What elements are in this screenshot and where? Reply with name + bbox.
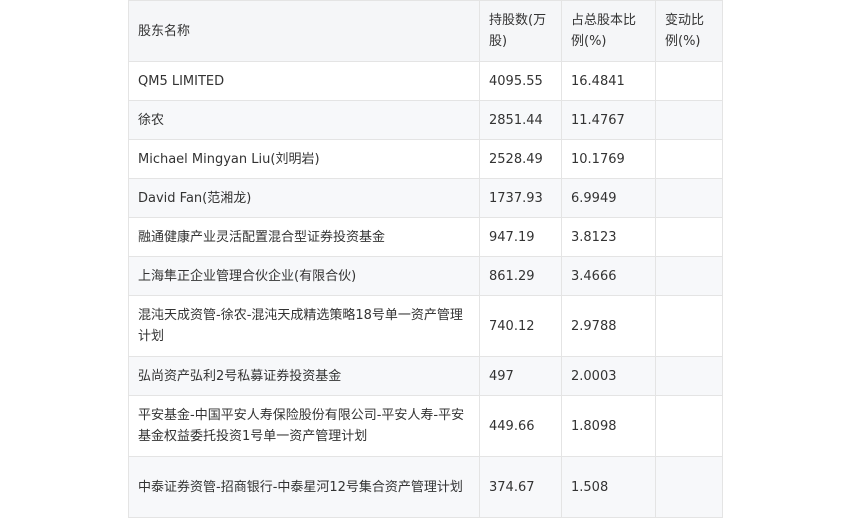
cell-change-ratio bbox=[655, 456, 723, 518]
cell-shareholder-name: QM5 LIMITED bbox=[128, 61, 480, 101]
table-row: 融通健康产业灵活配置混合型证券投资基金 947.19 3.8123 bbox=[128, 217, 723, 257]
cell-share-ratio: 16.4841 bbox=[561, 61, 656, 101]
cell-share-ratio: 1.8098 bbox=[561, 395, 656, 457]
cell-change-ratio bbox=[655, 61, 723, 101]
cell-shares: 2528.49 bbox=[479, 139, 562, 179]
table-row: 弘尚资产弘利2号私募证券投资基金 497 2.0003 bbox=[128, 356, 723, 396]
header-shareholder-name: 股东名称 bbox=[128, 0, 480, 62]
cell-change-ratio bbox=[655, 139, 723, 179]
table-row: Michael Mingyan Liu(刘明岩) 2528.49 10.1769 bbox=[128, 139, 723, 179]
cell-shares: 4095.55 bbox=[479, 61, 562, 101]
table-row: David Fan(范湘龙) 1737.93 6.9949 bbox=[128, 178, 723, 218]
cell-shares: 2851.44 bbox=[479, 100, 562, 140]
cell-shares: 374.67 bbox=[479, 456, 562, 518]
cell-change-ratio bbox=[655, 356, 723, 396]
header-shares: 持股数(万股) bbox=[479, 0, 562, 62]
cell-shareholder-name: 平安基金-中国平安人寿保险股份有限公司-平安人寿-平安基金权益委托投资1号单一资… bbox=[128, 395, 480, 457]
cell-share-ratio: 1.508 bbox=[561, 456, 656, 518]
cell-share-ratio: 11.4767 bbox=[561, 100, 656, 140]
cell-change-ratio bbox=[655, 217, 723, 257]
cell-change-ratio bbox=[655, 295, 723, 357]
cell-shareholder-name: 徐农 bbox=[128, 100, 480, 140]
cell-shareholder-name: 混沌天成资管-徐农-混沌天成精选策略18号单一资产管理计划 bbox=[128, 295, 480, 357]
cell-shares: 497 bbox=[479, 356, 562, 396]
header-row: 股东名称 持股数(万股) 占总股本比例(%) 变动比例(%) bbox=[128, 0, 723, 62]
cell-shares: 1737.93 bbox=[479, 178, 562, 218]
cell-shares: 861.29 bbox=[479, 256, 562, 296]
cell-change-ratio bbox=[655, 395, 723, 457]
header-change-ratio: 变动比例(%) bbox=[655, 0, 723, 62]
cell-shareholder-name: 上海隼正企业管理合伙企业(有限合伙) bbox=[128, 256, 480, 296]
cell-shareholder-name: Michael Mingyan Liu(刘明岩) bbox=[128, 139, 480, 179]
cell-shares: 740.12 bbox=[479, 295, 562, 357]
table-body: QM5 LIMITED 4095.55 16.4841 徐农 2851.44 1… bbox=[128, 61, 723, 518]
cell-share-ratio: 3.8123 bbox=[561, 217, 656, 257]
cell-shareholder-name: 中泰证券资管-招商银行-中泰星河12号集合资产管理计划 bbox=[128, 456, 480, 518]
shareholder-table-container: 股东名称 持股数(万股) 占总股本比例(%) 变动比例(%) QM5 LIMIT… bbox=[128, 0, 723, 518]
cell-shares: 947.19 bbox=[479, 217, 562, 257]
cell-change-ratio bbox=[655, 256, 723, 296]
shareholder-table: 股东名称 持股数(万股) 占总股本比例(%) 变动比例(%) QM5 LIMIT… bbox=[128, 0, 723, 518]
cell-share-ratio: 2.0003 bbox=[561, 356, 656, 396]
cell-change-ratio bbox=[655, 178, 723, 218]
cell-shareholder-name: David Fan(范湘龙) bbox=[128, 178, 480, 218]
header-share-ratio: 占总股本比例(%) bbox=[561, 0, 656, 62]
table-row: 徐农 2851.44 11.4767 bbox=[128, 100, 723, 140]
table-row: 中泰证券资管-招商银行-中泰星河12号集合资产管理计划 374.67 1.508 bbox=[128, 456, 723, 518]
table-row: QM5 LIMITED 4095.55 16.4841 bbox=[128, 61, 723, 101]
cell-share-ratio: 2.9788 bbox=[561, 295, 656, 357]
cell-shares: 449.66 bbox=[479, 395, 562, 457]
table-row: 上海隼正企业管理合伙企业(有限合伙) 861.29 3.4666 bbox=[128, 256, 723, 296]
table-row: 混沌天成资管-徐农-混沌天成精选策略18号单一资产管理计划 740.12 2.9… bbox=[128, 295, 723, 357]
cell-share-ratio: 6.9949 bbox=[561, 178, 656, 218]
cell-shareholder-name: 融通健康产业灵活配置混合型证券投资基金 bbox=[128, 217, 480, 257]
cell-share-ratio: 3.4666 bbox=[561, 256, 656, 296]
table-header: 股东名称 持股数(万股) 占总股本比例(%) 变动比例(%) bbox=[128, 0, 723, 62]
cell-shareholder-name: 弘尚资产弘利2号私募证券投资基金 bbox=[128, 356, 480, 396]
cell-share-ratio: 10.1769 bbox=[561, 139, 656, 179]
cell-change-ratio bbox=[655, 100, 723, 140]
table-row: 平安基金-中国平安人寿保险股份有限公司-平安人寿-平安基金权益委托投资1号单一资… bbox=[128, 395, 723, 457]
